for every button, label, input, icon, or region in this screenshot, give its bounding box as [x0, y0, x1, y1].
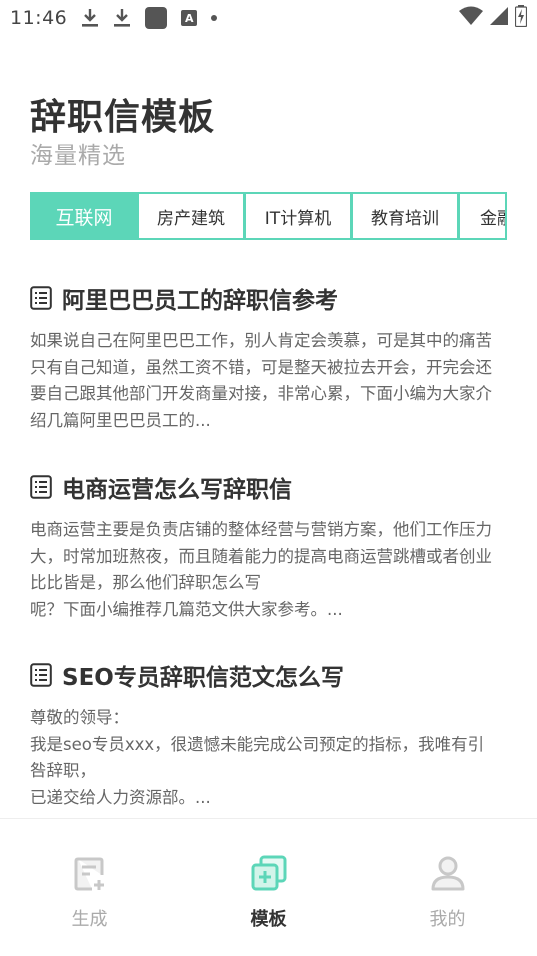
wifi-icon	[459, 6, 483, 30]
battery-charging-icon	[514, 5, 528, 31]
user-icon	[431, 856, 464, 891]
article-summary: 电商运营主要是负责店铺的整体经营与营销方案，他们工作压力大，时常加班熬夜，而且随…	[30, 520, 492, 619]
app-square-icon	[145, 7, 168, 29]
download-icon	[81, 8, 99, 28]
article-summary: 尊敬的领导： 我是seo专员xxx，很遗憾未能完成公司预定的指标，我唯有引咎辞职…	[30, 708, 485, 807]
article-title-row[interactable]: 电商运营怎么写辞职信	[30, 471, 500, 503]
signal-icon	[489, 6, 509, 30]
article-title: 电商运营怎么写辞职信	[62, 477, 292, 503]
nav-label: 生成	[71, 909, 108, 930]
bottom-nav: 生成 模板 我的	[0, 818, 537, 956]
article-summary: 如果说自己在阿里巴巴工作，别人肯定会羡慕，可是其中的痛苦只有自己知道，虽然工资不…	[30, 331, 492, 430]
article-title: SEO专员辞职信范文怎么写	[62, 665, 344, 691]
article-item[interactable]: 阿里巴巴员工的辞职信参考 如果说自己在阿里巴巴工作，别人肯定会羡慕，可是其中的痛…	[30, 282, 500, 434]
article-item[interactable]: 电商运营怎么写辞职信 电商运营主要是负责店铺的整体经营与营销方案，他们工作压力大…	[30, 471, 500, 623]
status-time: 11:46	[10, 7, 68, 29]
template-add-icon	[251, 855, 286, 891]
nav-item-profile[interactable]: 我的	[358, 819, 537, 956]
tab-finance[interactable]: 金融	[460, 194, 505, 238]
category-tabs[interactable]: 互联网 房产建筑 IT计算机 教育培训 金融	[30, 192, 507, 240]
status-bar: 11:46 A	[0, 0, 537, 36]
tab-internet[interactable]: 互联网	[32, 194, 136, 238]
article-item[interactable]: SEO专员辞职信范文怎么写 尊敬的领导： 我是seo专员xxx，很遗憾未能完成公…	[30, 659, 500, 811]
document-icon	[30, 663, 52, 687]
nav-label: 我的	[429, 909, 466, 930]
edit-doc-icon	[74, 857, 104, 891]
article-title-row[interactable]: 阿里巴巴员工的辞职信参考	[30, 282, 500, 314]
tab-education[interactable]: 教育培训	[353, 194, 457, 238]
page-subtitle: 海量精选	[30, 143, 126, 169]
document-icon	[30, 286, 52, 310]
nav-item-generate[interactable]: 生成	[0, 819, 179, 956]
nav-label: 模板	[250, 909, 287, 930]
article-title-row[interactable]: SEO专员辞职信范文怎么写	[30, 659, 500, 691]
nav-item-templates[interactable]: 模板	[179, 819, 358, 956]
a-box-icon: A	[181, 10, 198, 26]
download-icon	[113, 8, 131, 28]
tab-it-computer[interactable]: IT计算机	[246, 194, 350, 238]
tab-real-estate[interactable]: 房产建筑	[139, 194, 243, 238]
page-title: 辞职信模板	[30, 97, 216, 138]
document-icon	[30, 475, 52, 499]
dot-icon	[211, 15, 218, 21]
notification-icons: A	[81, 7, 218, 29]
system-icons	[459, 5, 528, 31]
article-title: 阿里巴巴员工的辞职信参考	[62, 288, 338, 314]
